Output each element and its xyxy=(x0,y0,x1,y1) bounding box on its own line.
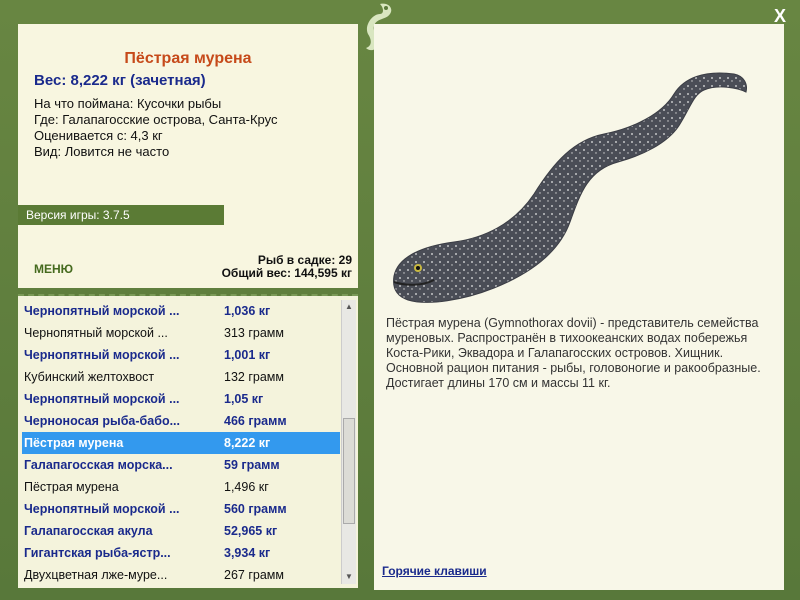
list-item-name: Двухцветная лже-муре... xyxy=(24,568,168,582)
fish-location: Где: Галапагосские острова, Санта-Крус xyxy=(34,112,278,127)
hotkeys-link[interactable]: Горячие клавиши xyxy=(382,564,487,578)
list-item-weight: 313 грамм xyxy=(224,326,284,340)
list-scrollbar[interactable]: ▲ ▼ xyxy=(341,300,356,584)
total-weight: Общий вес: 144,595 кг xyxy=(221,266,352,280)
list-item-weight: 560 грамм xyxy=(224,502,287,516)
list-item-name: Гигантская рыба-ястр... xyxy=(24,546,171,560)
fish-rarity: Вид: Ловится не часто xyxy=(34,144,170,159)
list-item-weight: 8,222 кг xyxy=(224,436,271,450)
list-item-weight: 1,496 кг xyxy=(224,480,269,494)
list-item[interactable]: Кубинский желтохвост 132 грамм xyxy=(22,366,340,388)
list-item-weight: 59 грамм xyxy=(224,458,280,472)
list-item[interactable]: Пёстрая мурена 1,496 кг xyxy=(22,476,340,498)
list-item-weight: 267 грамм xyxy=(224,568,284,582)
fish-info-panel: Пёстрая мурена Вес: 8,222 кг (зачетная) … xyxy=(18,24,358,288)
list-item-name: Чернопятный морской ... xyxy=(24,502,180,516)
fish-weight: Вес: 8,222 кг (зачетная) xyxy=(34,72,206,89)
game-version: Версия игры: 3.7.5 xyxy=(18,205,224,225)
moray-eel-image xyxy=(393,72,747,303)
scroll-down-icon[interactable]: ▼ xyxy=(342,570,356,584)
fish-bait: На что поймана: Кусочки рыбы xyxy=(34,96,222,111)
catch-list: Чернопятный морской ... 1,036 кг Чернопятн… xyxy=(18,296,358,588)
list-item-name: Чернопятный морской ... xyxy=(24,348,180,362)
list-item[interactable]: Чернопятный морской ... 560 грамм xyxy=(22,498,340,520)
list-item[interactable]: Галапагосская акула 52,965 кг xyxy=(22,520,340,542)
list-item[interactable]: Чернопятный морской ... 313 грамм xyxy=(22,322,340,344)
list-item[interactable]: Чернопятный морской ... 1,05 кг xyxy=(22,388,340,410)
fish-count: Рыб в садке: 29 xyxy=(257,253,352,267)
list-item-weight: 466 грамм xyxy=(224,414,287,428)
list-item-weight: 1,036 кг xyxy=(224,304,271,318)
scroll-thumb[interactable] xyxy=(343,418,355,524)
list-item-weight: 1,001 кг xyxy=(224,348,271,362)
list-item-name: Чернопятный морской ... xyxy=(24,392,180,406)
list-item-name: Чернопятный морской ... xyxy=(24,326,168,340)
fish-min-weight: Оценивается с: 4,3 кг xyxy=(34,128,163,143)
list-item[interactable]: Черноносая рыба-бабо... 466 грамм xyxy=(22,410,340,432)
list-item-weight: 3,934 кг xyxy=(224,546,271,560)
list-item-weight: 52,965 кг xyxy=(224,524,278,538)
list-item-weight: 1,05 кг xyxy=(224,392,264,406)
list-item-name: Пёстрая мурена xyxy=(24,480,119,494)
list-item[interactable]: Пёстрая мурена 8,222 кг xyxy=(22,432,340,454)
fish-title: Пёстрая мурена xyxy=(124,50,252,67)
menu-button[interactable]: МЕНЮ xyxy=(34,262,73,276)
list-item[interactable]: Гигантская рыба-ястр... 3,934 кг xyxy=(22,542,340,564)
list-item-name: Пёстрая мурена xyxy=(24,436,124,450)
fish-description: Пёстрая мурена (Gymnothorax dovii) - пре… xyxy=(386,316,761,390)
list-item-name: Черноносая рыба-бабо... xyxy=(24,414,180,428)
list-item-weight: 132 грамм xyxy=(224,370,284,384)
list-item-name: Галапагосская морска... xyxy=(24,458,173,472)
list-item-name: Чернопятный морской ... xyxy=(24,304,180,318)
scroll-up-icon[interactable]: ▲ xyxy=(342,300,356,314)
list-item-name: Галапагосская акула xyxy=(24,524,153,538)
list-item[interactable]: Галапагосская морска... 59 грамм xyxy=(22,454,340,476)
list-item-name: Кубинский желтохвост xyxy=(24,370,155,384)
list-item[interactable]: Чернопятный морской ... 1,001 кг xyxy=(22,344,340,366)
list-item[interactable]: Чернопятный морской ... 1,036 кг xyxy=(22,300,340,322)
fish-detail-panel: Пёстрая мурена (Gymnothorax dovii) - пре… xyxy=(374,24,784,590)
list-item[interactable]: Двухцветная лже-муре... 267 грамм xyxy=(22,564,340,586)
